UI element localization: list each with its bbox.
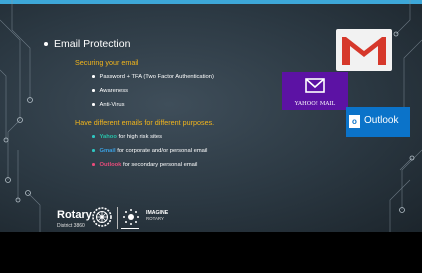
section-title-different-emails: Have different emails for different purp…: [75, 118, 215, 127]
outlook-logo: o Outlook: [346, 107, 410, 137]
list-item: Yahoo for high risk sites: [92, 134, 162, 140]
yahoo-mail-logo: YAHOO! MAIL: [282, 72, 348, 110]
bullet-dot: [92, 75, 95, 78]
bullet-dot: [92, 103, 95, 106]
heading-text: Email Protection: [54, 38, 131, 50]
slide-heading: Email Protection: [44, 38, 130, 50]
outlook-o-icon: o: [349, 115, 360, 128]
list-item: Awareness: [92, 88, 128, 94]
bullet-dot: [92, 89, 95, 92]
rotary-logo-text: Rotary: [57, 209, 92, 221]
outlook-logo-text: Outlook: [364, 115, 399, 126]
bullet-dot: [92, 163, 95, 166]
imagine-rotary-icon: [123, 209, 139, 225]
district-label: District 3860: [57, 223, 85, 229]
bullet-dot: [92, 149, 95, 152]
bullet-dot: [92, 135, 95, 138]
list-item: Password + TFA (Two Factor Authenticatio…: [92, 74, 214, 80]
list-item: Outlook for secondary personal email: [92, 162, 197, 168]
section-title-securing: Securing your email: [75, 58, 139, 67]
gmail-logo: [336, 29, 392, 71]
outlook-label: Outlook: [99, 162, 122, 168]
yahoo-logo-text: YAHOO! MAIL: [294, 101, 336, 107]
gmail-m-icon: [342, 37, 386, 65]
heading-bullet: [44, 42, 48, 47]
presentation-slide: Email Protection Securing your email Pas…: [0, 0, 422, 232]
gmail-label: Gmail: [99, 148, 116, 154]
imagine-underline: [121, 228, 139, 229]
yahoo-label: Yahoo: [99, 134, 117, 140]
list-item: Anti-Virus: [92, 102, 125, 108]
list-item: Gmail for corporate and/or personal emai…: [92, 148, 207, 154]
imagine-sub-text: ROTARY: [146, 216, 164, 221]
rotary-wheel-icon: [92, 207, 112, 227]
footer-divider: [117, 207, 118, 229]
